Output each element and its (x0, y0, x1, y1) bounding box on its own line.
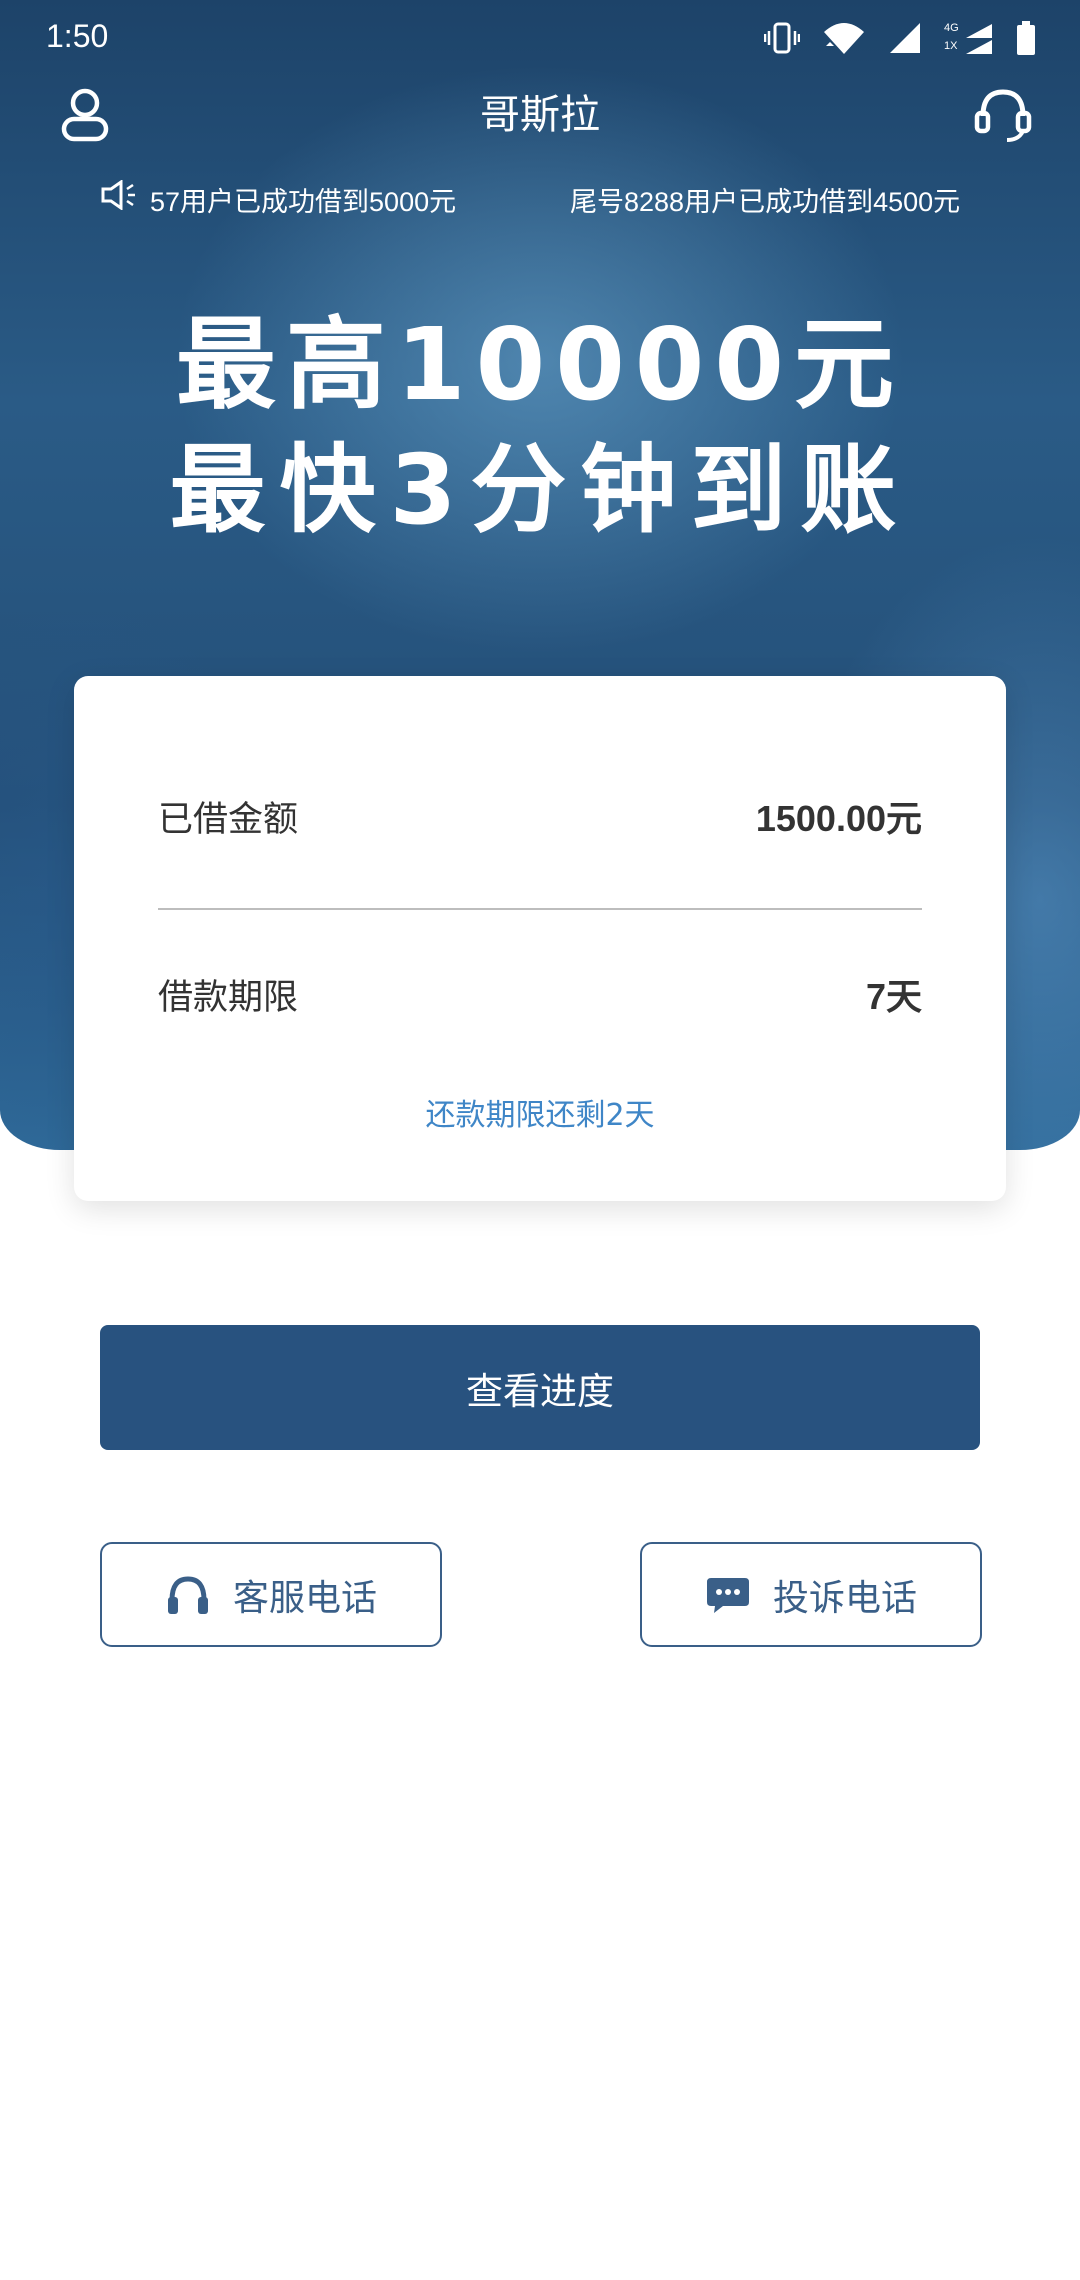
page-title: 哥斯拉 (480, 92, 600, 138)
loan-term-value: 7天 (865, 976, 922, 1017)
ticker-message: 尾号8288用户已成功借到4500元 (570, 187, 961, 217)
network-bottom-label: 1X (944, 40, 958, 52)
status-bar: 1:50 4G 1X (0, 0, 1080, 80)
announcement-ticker: 57用户已成功借到5000元 尾号8288用户已成功借到4500元 (0, 172, 1080, 222)
repayment-remaining-note: 还款期限还剩2天 (425, 1098, 655, 1133)
promo-headline: 最高10000元 最快3分钟到账 (0, 300, 1080, 550)
view-progress-label: 查看进度 (466, 1369, 614, 1413)
wifi-icon (822, 20, 866, 60)
speaker-icon (100, 179, 138, 217)
signal-4g-icon: 4G 1X (944, 22, 994, 58)
borrowed-amount-value: 1500.00元 (755, 798, 922, 839)
loan-term-row: 借款期限 7天 (158, 964, 922, 1024)
complaint-phone-button[interactable]: 投诉电话 (640, 1542, 982, 1647)
customer-service-phone-button[interactable]: 客服电话 (100, 1542, 442, 1647)
borrowed-amount-row: 已借金额 1500.00元 (158, 786, 922, 846)
borrowed-amount-label: 已借金额 (158, 799, 299, 840)
complaint-label: 投诉电话 (772, 1577, 917, 1619)
status-time: 1:50 (46, 18, 109, 54)
loan-info-card: 已借金额 1500.00元 借款期限 7天 还款期限还剩2天 (74, 676, 1006, 1201)
status-icons: 4G 1X (763, 20, 1036, 60)
support-button[interactable] (968, 80, 1038, 150)
ticker-message: 57用户已成功借到5000元 (150, 187, 457, 217)
headline-line-2: 最快3分钟到账 (169, 434, 911, 546)
card-divider (158, 908, 922, 910)
signal-icon (888, 21, 922, 59)
view-progress-button[interactable]: 查看进度 (100, 1325, 980, 1450)
headphones-icon (167, 1575, 208, 1614)
battery-icon (1016, 20, 1036, 60)
headset-icon (974, 89, 1032, 142)
loan-term-label: 借款期限 (158, 977, 299, 1018)
chat-bubble-icon (706, 1577, 749, 1613)
headline-line-1: 最高10000元 (176, 306, 904, 423)
network-top-label: 4G (944, 22, 959, 34)
customer-service-label: 客服电话 (232, 1577, 377, 1619)
vibrate-icon (763, 20, 801, 60)
